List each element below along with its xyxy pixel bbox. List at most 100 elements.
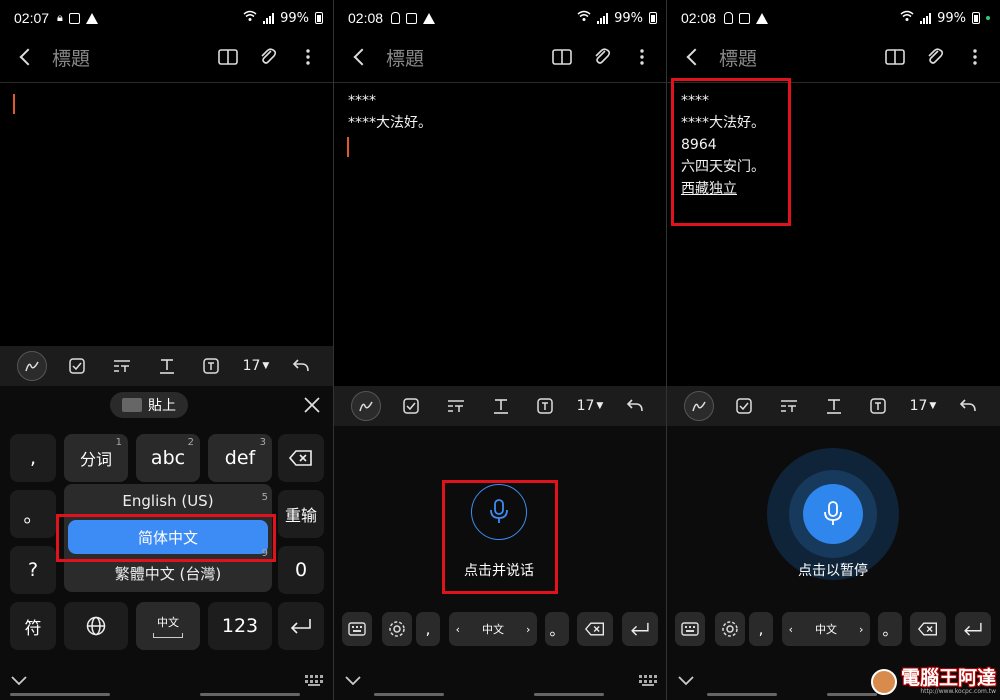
key-language[interactable] [64,602,128,650]
keyhole-icon [391,12,401,24]
key-def[interactable]: def 3 [208,434,272,482]
signal-icon [597,12,609,24]
undo-icon[interactable] [945,386,990,426]
note-title[interactable]: 標題 [52,44,90,71]
keyboard-button[interactable] [675,612,705,646]
text-box-icon[interactable] [856,386,901,426]
keyboard-switch-icon[interactable] [305,672,323,686]
backspace-key[interactable] [910,612,946,646]
checkbox-icon[interactable] [55,346,100,386]
text-caret [13,94,15,114]
more-options-icon[interactable] [964,46,986,68]
undo-icon[interactable] [278,346,323,386]
undo-icon[interactable] [612,386,657,426]
text-style-icon[interactable] [811,386,856,426]
key-symbols[interactable]: 符 [10,602,56,650]
gesture-bar [534,693,604,696]
back-button[interactable] [348,43,376,71]
key-backspace[interactable] [278,434,324,482]
text-box-icon[interactable] [523,386,568,426]
note-header: 標題 [348,40,653,74]
key-space[interactable]: 中文 [136,602,200,650]
panel-voice-recognized: 02:08 99% 標題 **** ****大法好。 8964 六四天安门。 西… [667,0,1000,700]
key-numbers[interactable]: 123 [208,602,272,650]
key-enter[interactable] [278,602,324,650]
watermark-logo: 電腦王阿達 http://www.kocpc.com.tw [870,668,996,696]
keyboard-switch-icon[interactable] [639,672,657,686]
more-options-icon[interactable] [631,46,653,68]
gesture-bar [374,693,444,696]
text-box-icon[interactable] [189,346,234,386]
book-icon[interactable] [884,46,906,68]
key-zero[interactable]: 0 [278,546,324,594]
pen-mode-icon[interactable] [351,391,382,421]
key-comma[interactable]: , [10,434,56,482]
voice-language-selector[interactable]: ‹ 中文 › [782,612,870,646]
paperclip-icon[interactable] [924,46,946,68]
note-header: 標題 [681,40,986,74]
chevron-left-icon[interactable]: ‹ [789,623,793,636]
paperclip-icon[interactable] [591,46,613,68]
paragraph-format-icon[interactable] [433,386,478,426]
language-option-english[interactable]: English (US) [64,484,272,518]
back-button[interactable] [14,43,42,71]
note-body[interactable]: **** ****大法好。 [348,90,432,134]
period-key[interactable]: 。 [878,612,902,646]
mic-button-active[interactable] [803,484,863,544]
wifi-icon [577,10,591,26]
font-size-dropdown[interactable]: 17 ▼ [901,386,946,426]
drive-icon [423,12,436,24]
font-size-dropdown[interactable]: 17 ▼ [568,386,613,426]
key-question[interactable]: ? [10,546,56,594]
pen-mode-icon[interactable] [17,351,48,381]
close-icon[interactable] [301,394,323,416]
comma-key[interactable]: , [749,612,773,646]
gallery-icon [739,12,751,24]
caret-down-icon: ▼ [596,401,604,411]
note-title[interactable]: 標題 [386,44,424,71]
chevron-left-icon[interactable]: ‹ [456,623,460,636]
font-size-dropdown[interactable]: 17 ▼ [234,346,279,386]
battery-icon [649,12,657,24]
text-style-icon[interactable] [478,386,523,426]
book-icon[interactable] [551,46,573,68]
backspace-key[interactable] [577,612,613,646]
enter-key[interactable] [955,612,991,646]
hide-keyboard-icon[interactable] [344,672,362,686]
keyboard-icon [348,622,366,636]
paragraph-format-icon[interactable] [99,346,144,386]
enter-key[interactable] [622,612,658,646]
voice-language-selector[interactable]: ‹ 中文 › [449,612,537,646]
chevron-right-icon[interactable]: › [526,623,530,636]
keyboard-button[interactable] [342,612,372,646]
hide-keyboard-icon[interactable] [10,672,28,686]
text-caret [347,137,349,157]
checkbox-icon[interactable] [389,386,434,426]
key-abc[interactable]: abc 2 [136,434,200,482]
key-reenter[interactable]: 重输 [278,490,324,538]
note-title[interactable]: 標題 [719,44,757,71]
text-style-icon[interactable] [144,346,189,386]
back-button[interactable] [681,43,709,71]
paperclip-icon[interactable] [257,46,279,68]
settings-button[interactable] [715,612,745,646]
comma-key[interactable]: , [416,612,440,646]
gesture-bar [10,693,110,696]
chevron-right-icon[interactable]: › [859,623,863,636]
highlight-box [56,514,276,562]
pen-mode-icon[interactable] [684,391,715,421]
gesture-bar [200,693,300,696]
header-divider [0,82,333,83]
wifi-icon [243,10,257,26]
checkbox-icon[interactable] [722,386,767,426]
note-header: 標題 [14,40,319,74]
settings-button[interactable] [382,612,412,646]
book-icon[interactable] [217,46,239,68]
paste-chip[interactable]: 貼上 [110,392,188,418]
key-period[interactable]: 。 [10,490,56,538]
more-options-icon[interactable] [297,46,319,68]
hide-keyboard-icon[interactable] [677,672,695,686]
period-key[interactable]: 。 [545,612,569,646]
key-segment[interactable]: 分词 1 [64,434,128,482]
paragraph-format-icon[interactable] [766,386,811,426]
